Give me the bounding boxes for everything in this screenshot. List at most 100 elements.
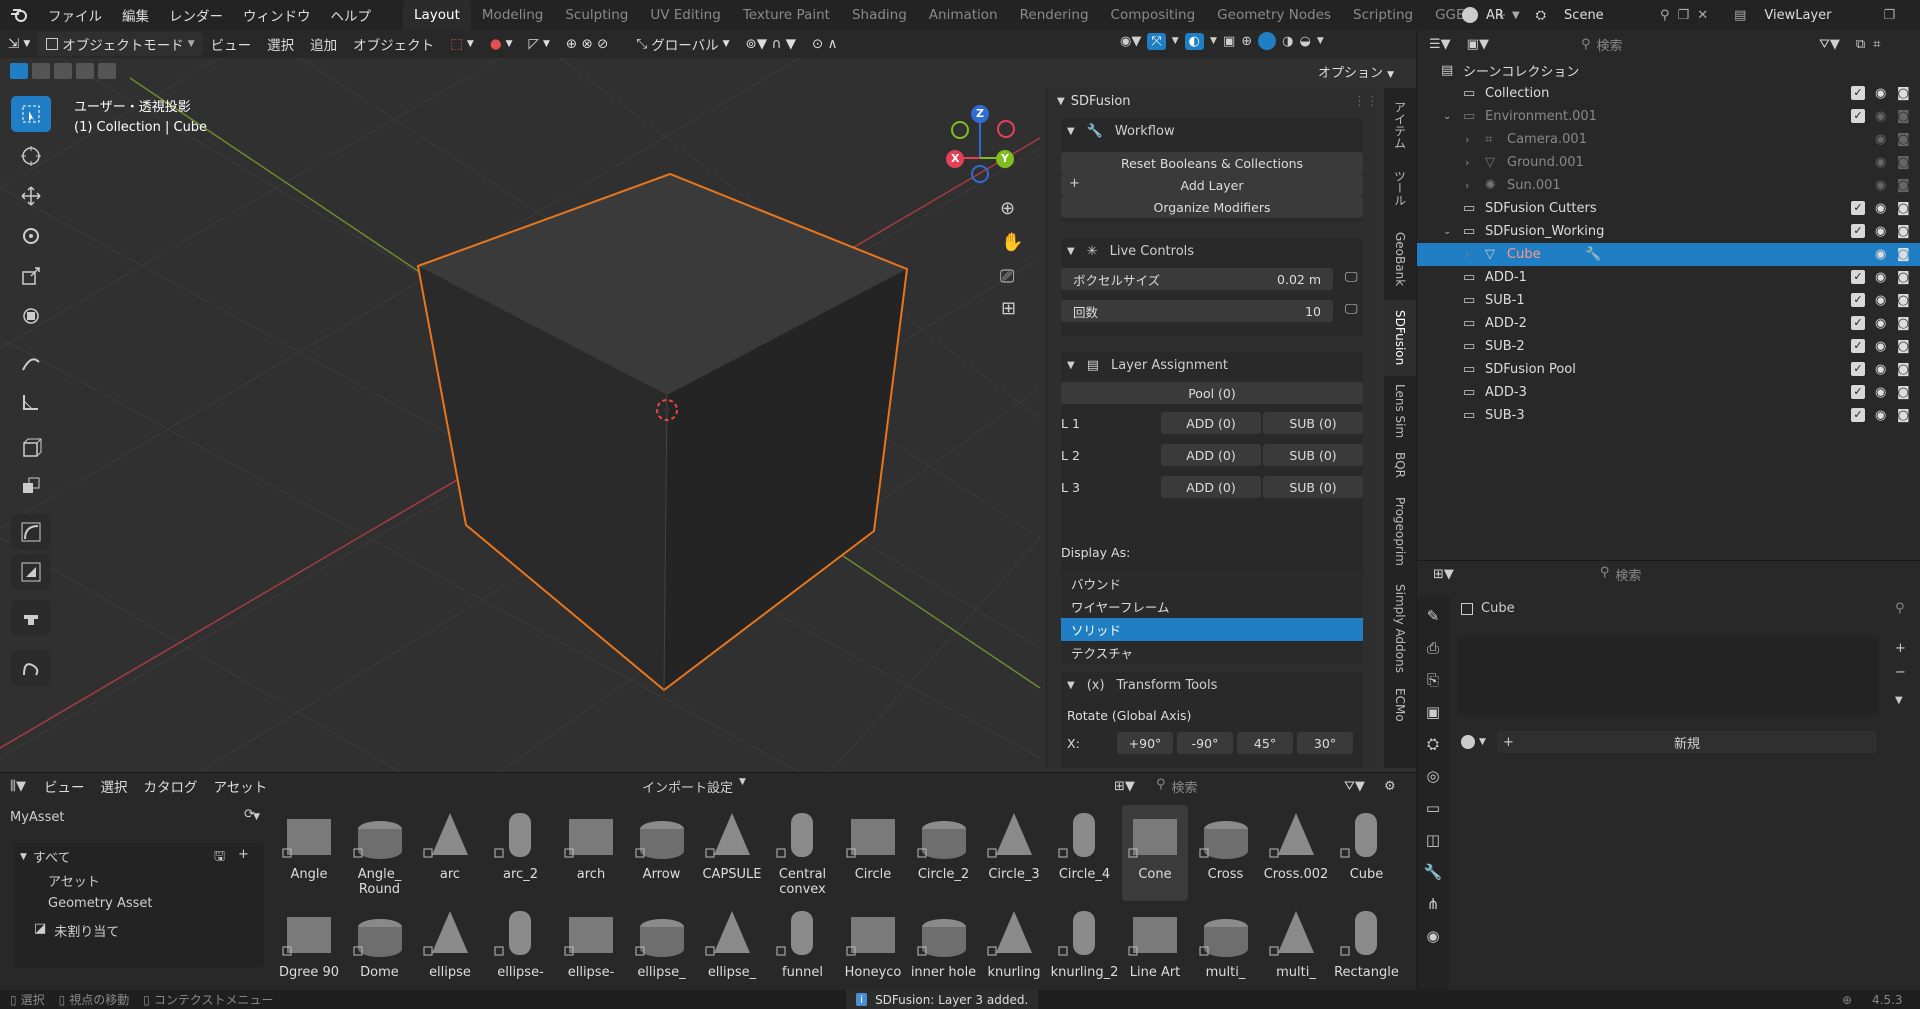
asset-thumb-central-convex[interactable]: Central convex	[770, 805, 836, 901]
add-catalog-icon[interactable]: +	[238, 847, 249, 862]
organize-modifiers-button[interactable]: Organize Modifiers	[1061, 196, 1363, 218]
render-camera-icon[interactable]: ◙	[1897, 339, 1910, 354]
asset-thumb-circle[interactable]: Circle	[840, 805, 906, 901]
eye-icon[interactable]: ◉	[1875, 178, 1886, 193]
eye-icon[interactable]: ◉	[1875, 316, 1886, 331]
transform-orientation[interactable]: ⤡ グローバル ▼	[628, 32, 737, 56]
asset-thumb-circle-2[interactable]: Circle_2	[911, 805, 977, 901]
render-camera-icon[interactable]: ◙	[1897, 109, 1910, 124]
copy-scene-icon[interactable]: ❐	[1678, 8, 1690, 23]
scene-icon-right[interactable]: ⌗	[1873, 37, 1880, 52]
layer-2-add-button[interactable]: ADD (0)	[1161, 444, 1261, 466]
eye-icon[interactable]: ◉	[1875, 408, 1886, 423]
language-label[interactable]: AR	[1486, 8, 1504, 23]
layer-3-sub-button[interactable]: SUB (0)	[1263, 476, 1363, 498]
asset-thumb-arc-2[interactable]: arc_2	[488, 805, 554, 901]
tab-animation[interactable]: Animation	[918, 0, 1009, 30]
shading-material-icon[interactable]: ◑	[1282, 34, 1293, 49]
select-intersect-icon[interactable]	[98, 63, 116, 79]
include-checkbox[interactable]: ✓	[1851, 224, 1865, 238]
asset-thumb-cross[interactable]: Cross	[1193, 805, 1259, 901]
asset-thumb-arch[interactable]: arch	[558, 805, 624, 901]
include-checkbox[interactable]: ✓	[1851, 316, 1865, 330]
sdf-curve-tool-icon[interactable]	[11, 514, 51, 550]
material-slot-list[interactable]	[1457, 637, 1879, 715]
live-controls-header[interactable]: ▼ ✳ Live Controls	[1067, 244, 1194, 259]
side-tab-2[interactable]: GeoBank	[1384, 222, 1416, 296]
side-tab-7[interactable]: Simply Addons	[1384, 578, 1416, 678]
asset-thumb-cross-002[interactable]: Cross.002	[1263, 805, 1329, 901]
menu-4[interactable]: ヘルプ	[321, 5, 382, 25]
render-camera-icon[interactable]: ◙	[1897, 132, 1910, 147]
asset-menu-2[interactable]: カタログ	[135, 774, 205, 798]
select-extend-icon[interactable]	[32, 63, 50, 79]
layer-1-sub-button[interactable]: SUB (0)	[1263, 412, 1363, 434]
include-checkbox[interactable]: ✓	[1851, 385, 1865, 399]
include-checkbox[interactable]: ✓	[1851, 339, 1865, 353]
proportional-edit-button[interactable]: ⊚▼ ∩ ▼	[738, 32, 805, 56]
asset-thumb-angle-round[interactable]: Angle_ Round	[347, 805, 413, 901]
tab-compositing[interactable]: Compositing	[1100, 0, 1207, 30]
asset-thumb-ellipse[interactable]: ellipse	[417, 903, 483, 999]
eye-icon[interactable]: ◉	[1875, 86, 1886, 101]
outliner-row-sun-001[interactable]: › ✺ Sun.001 ◉ ◙	[1417, 174, 1920, 197]
render-tab-icon[interactable]: ⎙	[1427, 639, 1439, 657]
eye-icon[interactable]: ◉	[1875, 132, 1886, 147]
asset-thumb-dome[interactable]: Dome	[347, 903, 413, 999]
asset-thumb-funnel[interactable]: funnel	[770, 903, 836, 999]
outliner-row-sdfusion-working[interactable]: ⌄ ▭ SDFusion_Working ✓ ◉ ◙	[1417, 220, 1920, 243]
annotate-tool-icon[interactable]	[11, 344, 51, 380]
voxel-size-field[interactable]: ボクセルサイズ 0.02 m	[1061, 268, 1333, 290]
editor-type-button[interactable]: ⇲ ▼	[0, 32, 38, 56]
display-option-1[interactable]: ワイヤーフレーム	[1061, 595, 1363, 618]
props-search-input[interactable]: ⚲ 検索	[1600, 565, 1642, 584]
drag-handle-icon[interactable]: ⋮⋮	[1353, 94, 1379, 109]
workflow-header[interactable]: ▼ 🔧 Workflow	[1067, 124, 1175, 139]
sdf-box-tool-icon[interactable]	[11, 554, 51, 590]
layer-2-sub-button[interactable]: SUB (0)	[1263, 444, 1363, 466]
layer-3-add-button[interactable]: ADD (0)	[1161, 476, 1261, 498]
outliner-row-ground-001[interactable]: › ▽ Ground.001 ◉ ◙	[1417, 151, 1920, 174]
render-camera-icon[interactable]: ◙	[1897, 293, 1910, 308]
shading-render-icon[interactable]: ◒	[1299, 34, 1310, 49]
eye-icon[interactable]: ◉	[1875, 155, 1886, 170]
view-menu[interactable]: ビュー	[203, 32, 260, 56]
shading-wire-icon[interactable]: ⊕	[1241, 34, 1252, 49]
select-new-icon[interactable]	[10, 63, 28, 79]
asset-thumb-arrow[interactable]: Arrow	[629, 805, 695, 901]
display-option-3[interactable]: テクスチャ	[1061, 641, 1363, 664]
asset-thumb-ellipse-[interactable]: ellipse-	[488, 903, 554, 999]
include-checkbox[interactable]: ✓	[1851, 109, 1865, 123]
tab-scripting[interactable]: Scripting	[1342, 0, 1424, 30]
scene-name[interactable]: Scene	[1564, 8, 1604, 23]
world-tab-icon[interactable]: ◎	[1426, 767, 1439, 785]
asset-thumb-arc[interactable]: arc	[417, 805, 483, 901]
asset-thumb-knurling-2[interactable]: knurling_2	[1051, 903, 1118, 999]
asset-menu-1[interactable]: 選択	[92, 774, 135, 798]
add-mesh-tool-icon[interactable]	[11, 468, 51, 504]
move-tool-icon[interactable]	[11, 178, 51, 214]
library-select[interactable]: MyAsset ▼	[10, 807, 260, 827]
output-tab-icon[interactable]: ⎘	[1427, 671, 1439, 689]
tab-geometry-nodes[interactable]: Geometry Nodes	[1206, 0, 1342, 30]
import-settings-dropdown[interactable]: インポート設定 ▼	[642, 777, 746, 796]
include-checkbox[interactable]: ✓	[1851, 362, 1865, 376]
eye-icon[interactable]: ◉	[1875, 270, 1886, 285]
catalog-item-geometry[interactable]: Geometry Asset	[48, 896, 153, 911]
collapse-chevron-icon[interactable]: ›	[1465, 248, 1469, 261]
eye-icon[interactable]: ◉	[1875, 339, 1886, 354]
pool-button[interactable]: Pool (0)	[1061, 382, 1363, 404]
language-icon[interactable]	[1462, 7, 1478, 23]
select-box-tool[interactable]	[11, 96, 51, 132]
visibility-icon[interactable]: ◉▼	[1120, 34, 1141, 49]
catalog-item-asset[interactable]: アセット	[48, 871, 100, 890]
copy-view-layer-icon[interactable]: ❐	[1884, 8, 1896, 23]
add-slot-icon[interactable]: +	[1895, 641, 1906, 656]
select-invert-icon[interactable]	[76, 63, 94, 79]
asset-thumb-angle[interactable]: Angle	[276, 805, 342, 901]
include-checkbox[interactable]: ✓	[1851, 408, 1865, 422]
editor-type-icon[interactable]: ☰▼	[1429, 37, 1451, 52]
outliner-row-add-3[interactable]: ▭ ADD-3 ✓ ◉ ◙	[1417, 381, 1920, 404]
render-camera-icon[interactable]: ◙	[1897, 178, 1910, 193]
editor-type-icon[interactable]: ⫼▼	[10, 779, 26, 794]
